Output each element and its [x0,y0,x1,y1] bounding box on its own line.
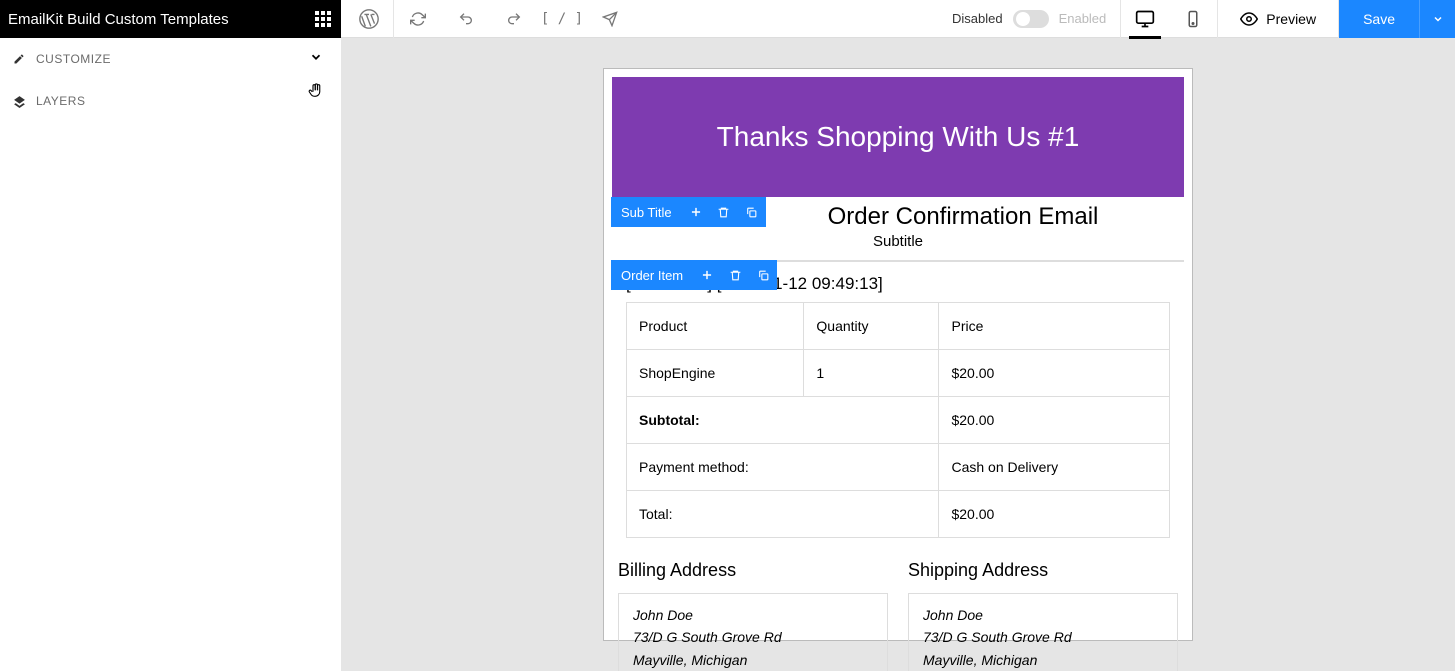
table-row: Product Quantity Price [627,303,1170,350]
main: [ / ] Disabled Enabled [341,0,1455,671]
subtotal-label: Subtotal: [627,397,939,444]
topbar: [ / ] Disabled Enabled [341,0,1455,38]
billing-city: Mayville, Michigan [633,649,873,671]
email-frame[interactable]: Thanks Shopping With Us #1 Sub Title Ord… [603,68,1193,641]
trash-icon[interactable] [721,260,749,290]
duplicate-icon[interactable] [749,260,777,290]
shipping-name: John Doe [923,604,1163,626]
billing-box: John Doe 73/D G South Grove Rd Mayville,… [618,593,888,671]
billing-street: 73/D G South Grove Rd [633,626,873,648]
col-price: Price [939,303,1170,350]
toggle-label-disabled: Disabled [952,11,1003,26]
cell-quantity: 1 [804,350,939,397]
chevron-down-icon [1432,13,1444,25]
table-row: Subtotal: $20.00 [627,397,1170,444]
addresses: Billing Address John Doe 73/D G South Gr… [604,550,1192,671]
cell-product: ShopEngine [627,350,804,397]
sidebar-header: EmailKit Build Custom Templates [0,0,341,38]
shipping-box: John Doe 73/D G South Grove Rd Mayville,… [908,593,1178,671]
total-label: Total: [627,491,939,538]
layers-icon [12,94,26,108]
sidebar: EmailKit Build Custom Templates CUSTOMIZ… [0,0,341,671]
redo-icon[interactable] [490,0,538,38]
payment-label: Payment method: [627,444,939,491]
payment-value: Cash on Delivery [939,444,1170,491]
canvas[interactable]: Thanks Shopping With Us #1 Sub Title Ord… [341,38,1455,671]
panel-layers[interactable]: LAYERS [0,80,341,122]
preview-button[interactable]: Preview [1218,0,1339,38]
order-item-toolbar: Order Item [611,260,777,290]
enable-toggle[interactable] [1013,10,1049,28]
shipping-address: Shipping Address John Doe 73/D G South G… [908,560,1178,671]
save-label: Save [1363,11,1395,27]
refresh-icon[interactable] [394,0,442,38]
toolbar-label: Order Item [611,268,693,283]
col-product: Product [627,303,804,350]
cursor-hand-icon [307,82,325,105]
email-subtitle: Subtitle [612,233,1184,250]
preview-label: Preview [1266,11,1316,27]
eye-icon [1240,10,1258,28]
mobile-view-button[interactable] [1169,0,1217,38]
panel-customize[interactable]: CUSTOMIZE [0,38,341,80]
shipping-city: Mayville, Michigan [923,649,1163,671]
add-icon[interactable] [693,260,721,290]
app-title: EmailKit Build Custom Templates [8,11,229,28]
shipping-street: 73/D G South Grove Rd [923,626,1163,648]
panel-label: CUSTOMIZE [36,52,111,66]
table-row: ShopEngine 1 $20.00 [627,350,1170,397]
email-header-block[interactable]: Thanks Shopping With Us #1 Sub Title [612,77,1184,197]
enable-toggle-group: Disabled Enabled [938,10,1120,28]
table-row: Payment method: Cash on Delivery [627,444,1170,491]
order-item-block[interactable]: [Order #20] [2023-11-12 09:49:13] Produc… [612,262,1184,550]
total-value: $20.00 [939,491,1170,538]
apps-grid-icon[interactable] [315,11,331,27]
col-quantity: Quantity [804,303,939,350]
send-icon[interactable] [586,0,634,38]
sub-title-toolbar: Sub Title [611,197,766,227]
duplicate-icon[interactable] [738,197,766,227]
shortcode-icon[interactable]: [ / ] [538,0,586,38]
undo-icon[interactable] [442,0,490,38]
trash-icon[interactable] [710,197,738,227]
subtotal-value: $20.00 [939,397,1170,444]
save-dropdown-button[interactable] [1419,0,1455,38]
table-row: Total: $20.00 [627,491,1170,538]
billing-address: Billing Address John Doe 73/D G South Gr… [618,560,888,671]
save-button[interactable]: Save [1339,0,1419,38]
shipping-title: Shipping Address [908,560,1178,581]
cell-price: $20.00 [939,350,1170,397]
email-header-title: Thanks Shopping With Us #1 [717,121,1080,153]
pencil-icon [12,52,26,66]
toolbar-label: Sub Title [611,205,682,220]
wordpress-icon[interactable] [345,0,393,38]
toggle-label-enabled: Enabled [1059,11,1107,26]
add-icon[interactable] [682,197,710,227]
order-table: Product Quantity Price ShopEngine 1 $20.… [626,302,1170,538]
desktop-view-button[interactable] [1121,0,1169,38]
billing-name: John Doe [633,604,873,626]
panel-label: LAYERS [36,94,85,108]
chevron-down-icon [309,50,323,69]
billing-title: Billing Address [618,560,888,581]
